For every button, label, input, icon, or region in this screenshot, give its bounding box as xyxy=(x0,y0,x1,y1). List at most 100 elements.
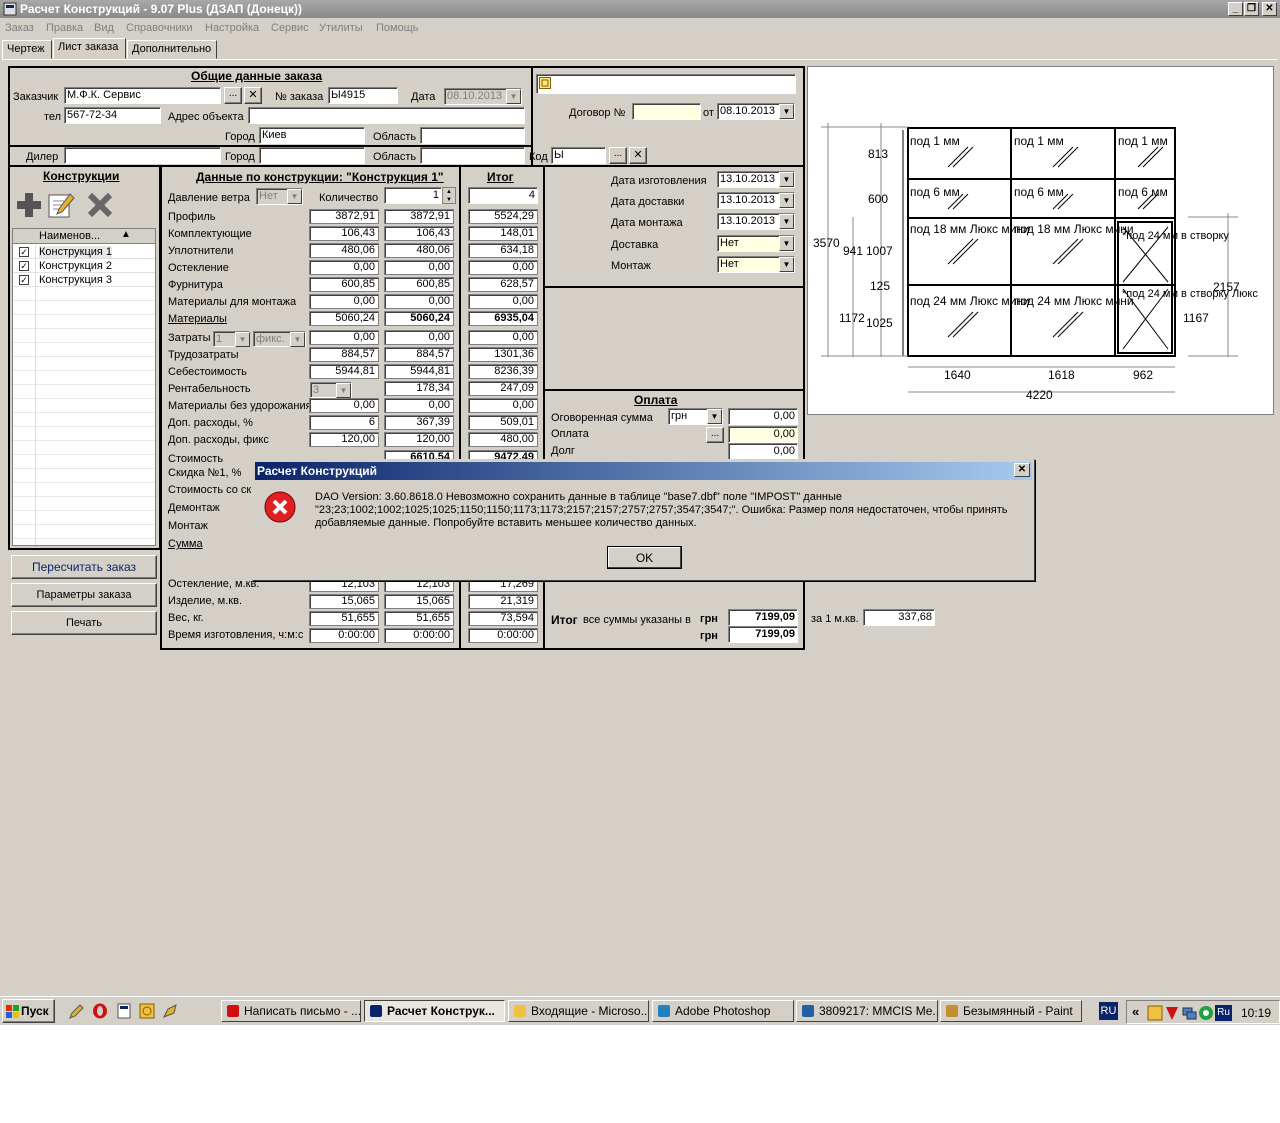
list-item-checkbox[interactable]: ✓ xyxy=(19,247,29,257)
row-value-unit[interactable]: 0,00 xyxy=(309,260,379,275)
calc-icon[interactable] xyxy=(116,1003,132,1019)
city2-field[interactable] xyxy=(259,147,365,164)
edit-construction-button[interactable] xyxy=(46,190,78,222)
row-value-unit[interactable]: 0,00 xyxy=(309,330,379,345)
tray-outlook-icon[interactable] xyxy=(1147,1005,1163,1021)
taskbar-item-mmcis[interactable]: 3809217: MMCIS Me... xyxy=(796,1000,938,1022)
menu-help[interactable]: Помощь xyxy=(376,22,419,34)
close-button[interactable]: ✕ xyxy=(1262,2,1277,16)
menu-utilities[interactable]: Утилиты xyxy=(319,22,363,34)
customer-browse-button[interactable]: ... xyxy=(224,87,242,104)
name-column-header[interactable]: Наименов... xyxy=(39,230,100,242)
menu-service[interactable]: Сервис xyxy=(271,22,309,34)
contract-date-dropdown-icon[interactable]: ▼ xyxy=(779,104,794,119)
row-value-unit[interactable]: 3872,91 xyxy=(309,209,379,224)
rent-dropdown-icon[interactable]: ▼ xyxy=(336,383,351,398)
constructions-list[interactable]: Наименов... ▲ ✓ Конструкция 1 ✓ Конструк… xyxy=(12,228,156,546)
address-field[interactable] xyxy=(248,107,525,124)
row-value-unit[interactable]: 884,57 xyxy=(309,347,379,362)
region-field[interactable] xyxy=(420,127,525,144)
currency-dropdown-icon[interactable]: ▼ xyxy=(707,409,722,424)
opera-icon[interactable] xyxy=(92,1003,108,1019)
row-value-unit[interactable]: 6 xyxy=(309,415,379,430)
taskbar-item-opera[interactable]: Написать письмо - ... xyxy=(221,1000,361,1022)
add-construction-button[interactable] xyxy=(14,190,46,222)
menu-settings[interactable]: Настройка xyxy=(205,22,259,34)
tab-order-sheet[interactable]: Лист заказа xyxy=(53,38,126,59)
wind-dropdown-icon[interactable]: ▼ xyxy=(287,189,302,204)
made-date-dropdown-icon[interactable]: ▼ xyxy=(779,172,794,187)
taskbar-item-paint[interactable]: Безымянный - Paint xyxy=(940,1000,1082,1022)
tab-drawing[interactable]: Чертеж xyxy=(2,40,52,59)
qty-field[interactable]: 1 xyxy=(384,187,442,204)
customer-field[interactable]: М.Ф.К. Сервис xyxy=(64,87,221,104)
delete-construction-button[interactable] xyxy=(85,190,117,222)
taskbar-item-photoshop[interactable]: Adobe Photoshop xyxy=(652,1000,794,1022)
dialog-close-button[interactable]: ✕ xyxy=(1014,463,1030,477)
costs-count-dropdown-icon[interactable]: ▼ xyxy=(235,332,250,347)
region2-field[interactable] xyxy=(420,147,525,164)
menu-edit[interactable]: Правка xyxy=(46,22,83,34)
sort-asc-icon[interactable]: ▲ xyxy=(121,229,131,240)
phone-field[interactable]: 567-72-34 xyxy=(64,107,161,124)
menu-reference[interactable]: Справочники xyxy=(126,22,193,34)
print-button[interactable]: Печать xyxy=(11,611,157,635)
tray-network-icon[interactable] xyxy=(1181,1005,1197,1021)
qty-total-field[interactable]: 4 xyxy=(468,187,538,204)
menu-view[interactable]: Вид xyxy=(94,22,114,34)
sum-label[interactable]: Сумма xyxy=(168,538,203,550)
dialog-ok-button[interactable]: OK xyxy=(607,546,682,569)
city-field[interactable]: Киев xyxy=(259,127,365,144)
shipping-dropdown-icon[interactable]: ▼ xyxy=(779,236,794,251)
costs-type-dropdown-icon[interactable]: ▼ xyxy=(290,332,305,347)
contract-field[interactable] xyxy=(632,103,701,120)
tray-expand-icon[interactable]: « xyxy=(1132,1004,1139,1019)
row-value-unit[interactable]: 120,00 xyxy=(309,432,379,447)
row-value-unit[interactable]: 600,85 xyxy=(309,277,379,292)
error-icon xyxy=(264,491,296,523)
row-value-unit[interactable]: 5944,81 xyxy=(309,364,379,379)
list-item-checkbox[interactable]: ✓ xyxy=(19,261,29,271)
code-clear-button[interactable]: ✕ xyxy=(629,147,647,164)
paid-field[interactable]: 0,00 xyxy=(728,426,798,443)
mount-date-dropdown-icon[interactable]: ▼ xyxy=(779,214,794,229)
date-dropdown-icon[interactable]: ▼ xyxy=(506,89,521,104)
row-label[interactable]: Материалы xyxy=(168,313,227,325)
paint-quick-icon[interactable] xyxy=(162,1003,180,1019)
outlook-icon[interactable] xyxy=(139,1003,155,1019)
row-value-unit[interactable]: 106,43 xyxy=(309,226,379,241)
code-field[interactable]: Ы xyxy=(551,147,606,164)
row-value-unit[interactable]: 5060,24 xyxy=(309,311,379,326)
row-value-unit[interactable]: 0,00 xyxy=(309,398,379,413)
customer-clear-button[interactable]: ✕ xyxy=(244,87,262,104)
taskbar-item-outlook[interactable]: Входящие - Microso... xyxy=(508,1000,649,1022)
paid-browse-button[interactable]: ... xyxy=(706,427,724,443)
maximize-button[interactable]: ❐ xyxy=(1244,2,1259,16)
tray-status-icon[interactable] xyxy=(1198,1005,1214,1021)
debt-field[interactable]: 0,00 xyxy=(728,443,798,460)
code-browse-button[interactable]: ... xyxy=(609,147,627,164)
params-button[interactable]: Параметры заказа xyxy=(11,583,157,607)
tray-lang-icon[interactable]: Ru xyxy=(1215,1005,1232,1021)
note-field[interactable] xyxy=(536,74,796,94)
taskbar-item-app[interactable]: Расчет Конструк... xyxy=(364,1000,505,1022)
order-no-field[interactable]: Ы4915 xyxy=(328,87,398,104)
install-dropdown-icon[interactable]: ▼ xyxy=(779,257,794,272)
row-value-unit[interactable]: 0,00 xyxy=(309,294,379,309)
list-item-checkbox[interactable]: ✓ xyxy=(19,275,29,285)
start-button[interactable]: Пуск xyxy=(2,999,55,1023)
drawing-panel[interactable]: под 1 мм под 1 мм под 1 мм под 6 мм под … xyxy=(807,66,1274,415)
clock[interactable]: 10:19 xyxy=(1241,1006,1271,1020)
menu-order[interactable]: Заказ xyxy=(5,22,34,34)
tray-antivirus-icon[interactable] xyxy=(1164,1005,1180,1021)
delivery-date-dropdown-icon[interactable]: ▼ xyxy=(779,193,794,208)
language-indicator[interactable]: RU xyxy=(1099,1002,1118,1020)
dealer-field[interactable] xyxy=(64,147,221,164)
row-value-unit[interactable]: 480,06 xyxy=(309,243,379,258)
tab-additional[interactable]: Дополнительно xyxy=(127,40,217,59)
recalc-button[interactable]: Пересчитать заказ xyxy=(11,555,157,579)
minimize-button[interactable]: _ xyxy=(1228,2,1243,16)
agreed-field[interactable]: 0,00 xyxy=(728,408,798,425)
quicklaunch-edit-icon[interactable] xyxy=(68,1004,84,1020)
qty-spinner[interactable]: ▲ ▼ xyxy=(442,187,456,204)
